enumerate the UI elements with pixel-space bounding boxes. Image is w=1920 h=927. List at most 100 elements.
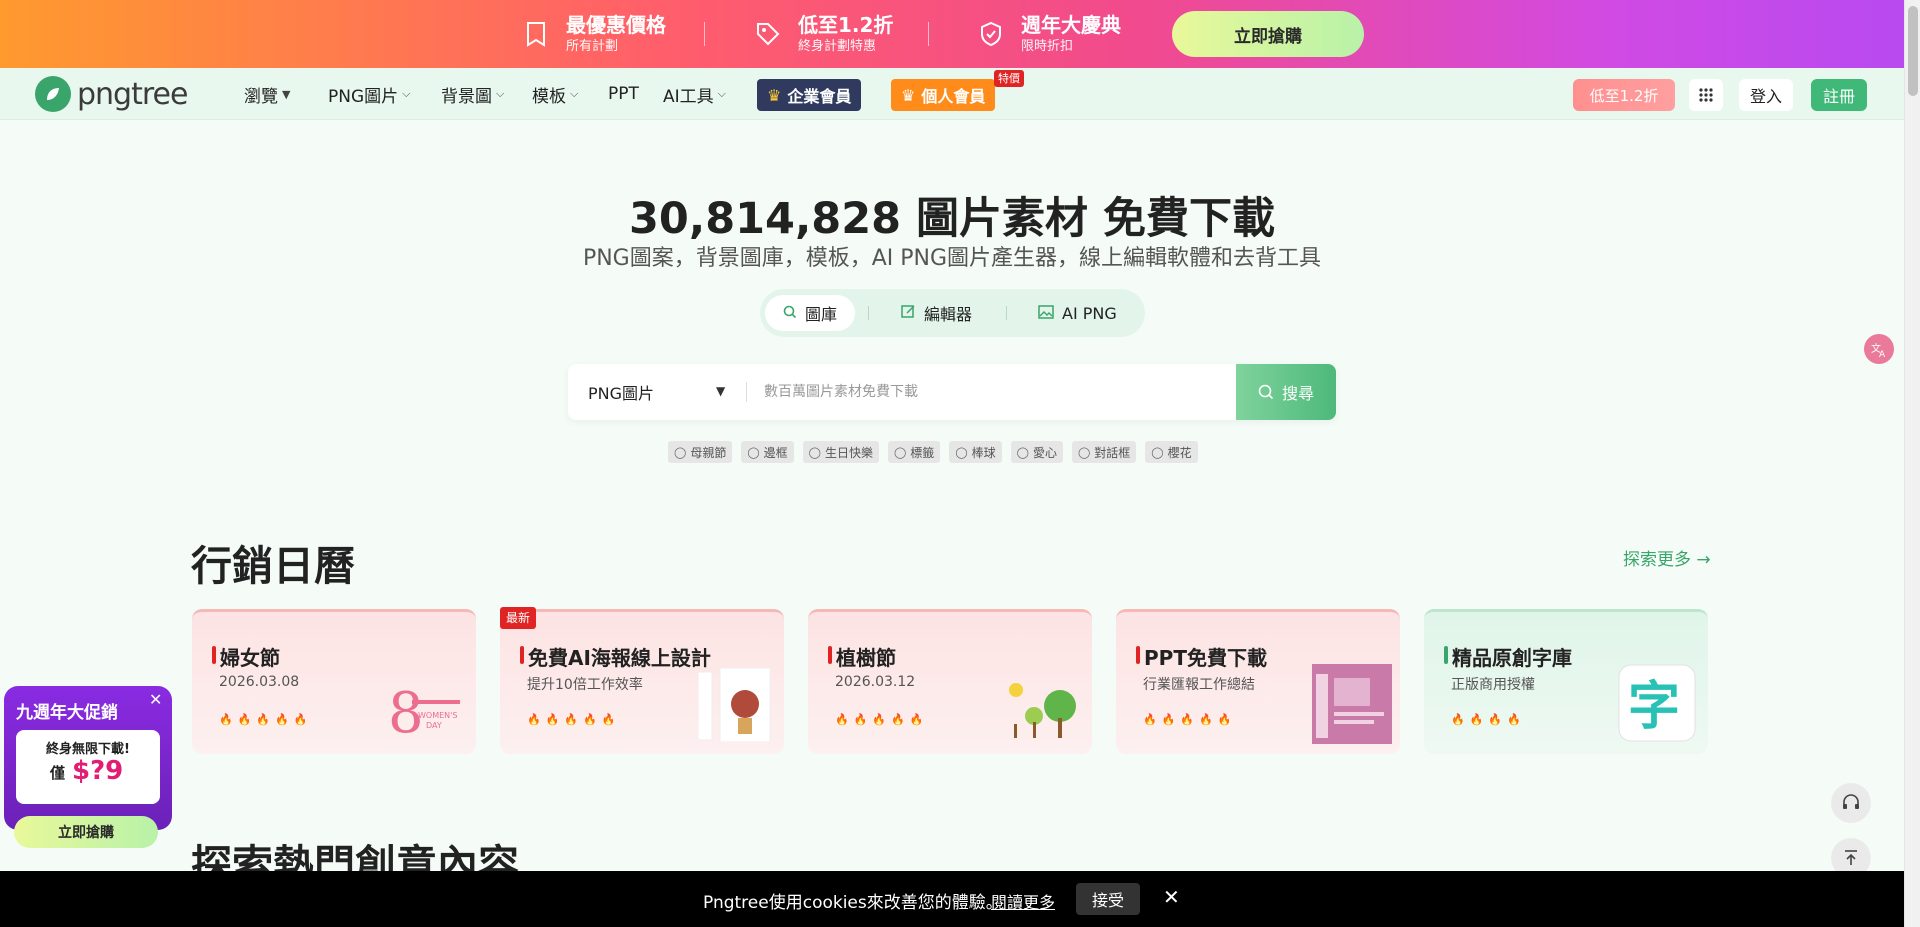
calendar-card-fonts[interactable]: 精品原創字庫 正版商用授權 🔥🔥🔥🔥 字 <box>1424 609 1708 754</box>
cookie-read-more-link[interactable]: 閱讀更多 <box>991 889 1055 913</box>
chevron-down-icon: ⌵ <box>496 87 505 100</box>
tab-gallery[interactable]: 圖庫 <box>765 295 856 331</box>
popup-title: 九週年大促銷 <box>16 703 118 723</box>
search-icon: ◯ <box>1077 445 1091 459</box>
search-icon <box>1258 384 1274 400</box>
calendar-card-arbor-day[interactable]: 植樹節 2026.03.12 🔥🔥🔥🔥🔥 <box>808 609 1092 754</box>
scrollbar-thumb[interactable] <box>1908 6 1918 96</box>
popup-price: $?9 <box>72 756 124 786</box>
poster-art-icon <box>697 667 772 746</box>
explore-more-link[interactable]: 探索更多 → <box>1623 545 1711 570</box>
svg-text:DAY: DAY <box>426 721 442 730</box>
chevron-down-icon: ⌵ <box>570 87 579 100</box>
search-tag[interactable]: ◯ 櫻花 <box>1145 441 1198 463</box>
nav-ppt[interactable]: PPT <box>608 68 639 120</box>
card-subtitle: 正版商用授權 <box>1451 677 1535 693</box>
popup-buy-button[interactable]: 立即搶購 <box>14 816 158 848</box>
translate-icon[interactable]: 文A <box>1864 334 1894 364</box>
register-button[interactable]: 註冊 <box>1811 79 1867 111</box>
svg-text:A: A <box>1879 350 1886 358</box>
nav-background[interactable]: 背景圖 ⌵ <box>441 68 504 120</box>
hero-title: 30,814,828 圖片素材 免費下載 <box>629 194 1275 244</box>
nav-template[interactable]: 模板 ⌵ <box>532 68 578 120</box>
promo-banner[interactable]: 最優惠價格 所有計劃 低至1.2折 終身計劃特惠 週年大慶典 限時折扣 立即搶購 <box>0 0 1904 68</box>
promo-divider <box>928 22 929 46</box>
search-category-label: PNG圖片 <box>588 384 655 403</box>
enterprise-member-button[interactable]: ♛ 企業會員 <box>757 79 862 111</box>
tab-ai-png[interactable]: AI PNG <box>1038 295 1117 331</box>
nav-browse[interactable]: 瀏覽 ▼ <box>244 68 290 120</box>
card-title: PPT免費下載 <box>1136 642 1267 671</box>
search-tag[interactable]: ◯ 邊框 <box>741 441 794 463</box>
search-tag-label: 生日快樂 <box>824 445 873 460</box>
tree-art-icon <box>1006 680 1080 746</box>
search-icon: ◯ <box>1016 445 1029 459</box>
section-title-marketing: 行銷日曆 <box>191 542 355 590</box>
special-price-badge: 特價 <box>994 70 1024 87</box>
discount-button[interactable]: 低至1.2折 <box>1573 79 1675 111</box>
logo-text: pngtree <box>77 76 188 112</box>
enterprise-member-label: 企業會員 <box>787 87 852 106</box>
new-badge: 最新 <box>500 607 537 629</box>
login-button[interactable]: 登入 <box>1739 79 1793 111</box>
close-icon[interactable]: ✕ <box>1163 885 1180 909</box>
search-tag[interactable]: ◯ 棒球 <box>949 441 1002 463</box>
close-icon[interactable]: ✕ <box>149 690 162 709</box>
search-icon: ◯ <box>747 445 760 459</box>
card-rating: 🔥🔥🔥🔥🔥 <box>835 713 929 726</box>
caret-down-icon[interactable]: ▼ <box>716 384 725 398</box>
nav-browse-label: 瀏覽 <box>244 86 278 107</box>
personal-member-button[interactable]: ♛ 個人會員 <box>891 79 996 111</box>
promo-buy-button[interactable]: 立即搶購 <box>1172 11 1364 57</box>
cookie-message: Pngtree使用cookies來改善您的體驗。 <box>703 893 1003 913</box>
edit-icon <box>901 304 916 323</box>
svg-text:字: 字 <box>1628 677 1680 737</box>
personal-member-label: 個人會員 <box>921 87 986 106</box>
search-input[interactable] <box>764 380 1244 404</box>
caret-down-icon: ▼ <box>282 87 291 101</box>
search-tag[interactable]: ◯ 生日快樂 <box>802 441 879 463</box>
search-button-label: 搜尋 <box>1281 384 1314 403</box>
calendar-card-womens-day[interactable]: 婦女節 2026.03.08 🔥🔥🔥🔥🔥 8 WOMEN'S DAY <box>192 609 476 754</box>
anniversary-popup: 九週年大促銷 ✕ 終身無限下載! 僅 $?9 <box>4 686 172 830</box>
card-title: 免費AI海報線上設計 <box>520 642 711 671</box>
search-tag[interactable]: ◯ 對話框 <box>1071 441 1137 463</box>
logo[interactable]: pngtree <box>35 76 188 112</box>
card-subtitle: 行業匯報工作總結 <box>1143 677 1255 693</box>
popup-offer-box: 終身無限下載! 僅 $?9 <box>16 730 160 804</box>
search-tag-label: 對話框 <box>1094 445 1131 460</box>
mode-divider <box>868 306 869 320</box>
card-title: 植樹節 <box>828 642 896 671</box>
nav-ppt-label: PPT <box>608 84 639 104</box>
calendar-card-ppt[interactable]: PPT免費下載 行業匯報工作總結 🔥🔥🔥🔥🔥 <box>1116 609 1400 754</box>
promo-subtitle: 終身計劃特惠 <box>798 39 877 54</box>
page-scrollbar[interactable] <box>1904 0 1920 927</box>
search-icon: ◯ <box>893 445 907 459</box>
nav-png[interactable]: PNG圖片 ⌵ <box>328 68 411 120</box>
crown-icon: ♛ <box>901 85 916 105</box>
apps-grid-icon[interactable] <box>1689 79 1723 111</box>
tab-editor[interactable]: 編輯器 <box>901 295 972 331</box>
nav-template-label: 模板 <box>532 86 566 107</box>
card-rating: 🔥🔥🔥🔥🔥 <box>1143 713 1237 726</box>
search-tag-label: 棒球 <box>971 445 996 460</box>
search-button[interactable]: 搜尋 <box>1236 364 1336 420</box>
search-category-select[interactable]: PNG圖片 <box>588 364 654 420</box>
ppt-art-icon <box>1312 664 1392 748</box>
search-icon <box>783 304 797 323</box>
promo-title: 最優惠價格 <box>566 13 666 37</box>
search-tag[interactable]: ◯ 標籤 <box>887 441 941 463</box>
tag-icon <box>752 18 784 50</box>
search-tag-label: 櫻花 <box>1167 445 1192 460</box>
nav-ai-tools[interactable]: AI工具 ⌵ <box>663 68 726 120</box>
headset-support-icon[interactable] <box>1831 783 1871 823</box>
womens-day-art-icon: 8 WOMEN'S DAY <box>388 681 464 746</box>
calendar-card-ai-poster[interactable]: 免費AI海報線上設計 提升10倍工作效率 🔥🔥🔥🔥🔥 <box>500 609 784 754</box>
search-tag[interactable]: ◯ 愛心 <box>1010 441 1063 463</box>
hot-search-tags: ◯ 母親節 ◯ 邊框 ◯ 生日快樂 ◯ 標籤 ◯ 棒球 ◯ 愛心 ◯ 對話框 ◯ 櫻花 <box>668 441 1198 463</box>
search-tag[interactable]: ◯ 母親節 <box>668 441 733 463</box>
card-rating: 🔥🔥🔥🔥🔥 <box>527 713 621 726</box>
search-icon: ◯ <box>808 445 821 459</box>
chevron-down-icon: ⌵ <box>717 87 726 100</box>
cookie-accept-button[interactable]: 接受 <box>1076 883 1140 915</box>
